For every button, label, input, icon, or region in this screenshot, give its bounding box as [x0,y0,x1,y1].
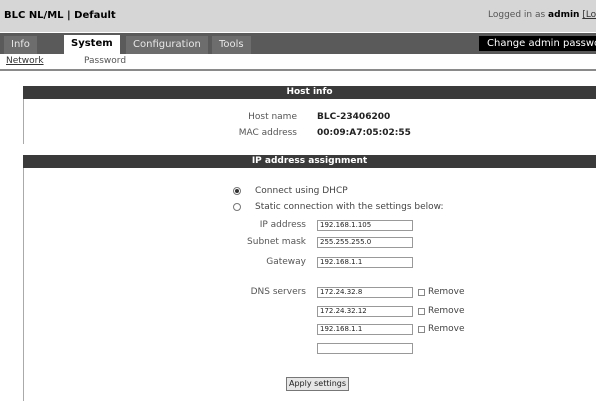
dns-server-1-input[interactable]: 172.24.32.8 [317,287,413,298]
gateway-input[interactable]: 192.168.1.1 [317,257,413,268]
static-radio[interactable] [233,203,241,211]
tab-info[interactable]: Info [4,36,37,54]
subnet-mask-input[interactable]: 255.255.255.0 [317,237,413,248]
host-info-body [23,99,596,144]
sub-navigation: Network Password [0,54,596,69]
tab-configuration[interactable]: Configuration [126,36,208,54]
username: admin [548,10,580,20]
dns-server-3-remove-checkbox[interactable] [418,326,425,333]
dns-server-1-remove-label: Remove [428,287,465,297]
ip-address-input[interactable]: 192.168.1.105 [317,220,413,231]
dns-server-3-input[interactable]: 192.168.1.1 [317,324,413,335]
static-label: Static connection with the settings belo… [255,202,444,212]
dns-server-2-remove-checkbox[interactable] [418,308,425,315]
mac-address-label: MAC address [238,128,297,138]
dns-server-2-remove-label: Remove [428,306,465,316]
dns-servers-label: DNS servers [250,287,306,297]
change-admin-password-button[interactable]: Change admin passwo [479,36,596,51]
login-prefix: Logged in as [488,10,546,20]
dhcp-label: Connect using DHCP [255,186,348,196]
subnav-divider [0,69,596,71]
subnav-network[interactable]: Network [6,56,44,66]
apply-settings-button[interactable]: Apply settings [286,377,349,391]
dns-server-4-input[interactable] [317,343,413,354]
login-status: Logged in as admin [Log ou [488,10,596,20]
ip-assignment-header: IP address assignment [23,155,596,168]
dns-server-2-input[interactable]: 172.24.32.12 [317,306,413,317]
subnav-password[interactable]: Password [84,56,126,66]
ip-address-label: IP address [259,220,306,230]
host-name-value: BLC-23406200 [317,112,391,122]
tab-tools[interactable]: Tools [212,36,251,54]
subnet-mask-label: Subnet mask [247,237,306,247]
app-title: BLC NL/ML | Default [4,10,116,21]
dhcp-radio[interactable] [233,187,241,195]
tab-system[interactable]: System [64,35,120,54]
dns-server-3-remove-label: Remove [428,324,465,334]
logout-link[interactable]: [Log ou [582,10,596,20]
host-name-label: Host name [248,112,297,122]
mac-address-value: 00:09:A7:05:02:55 [317,128,411,138]
dns-server-1-remove-checkbox[interactable] [418,289,425,296]
host-info-header: Host info [23,86,596,99]
top-header: BLC NL/ML | Default Logged in as admin [… [0,0,596,32]
main-tab-bar: Info System Configuration Tools Change a… [0,33,596,54]
gateway-label: Gateway [266,257,306,267]
